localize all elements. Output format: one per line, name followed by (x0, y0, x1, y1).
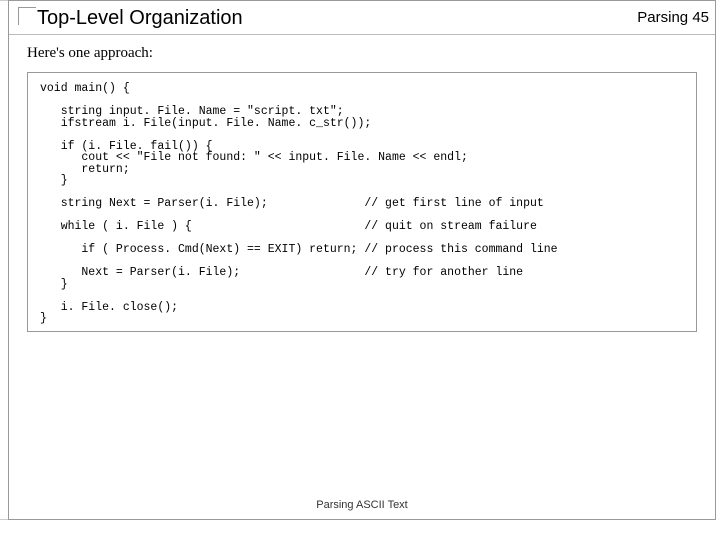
slide-meta: Parsing 45 (637, 9, 709, 26)
left-margin-strip (0, 0, 8, 520)
page-number: 45 (692, 9, 709, 26)
code-block: void main() { string input. File. Name =… (27, 72, 697, 332)
lead-text: Here's one approach: (27, 45, 697, 62)
slide-footer: Parsing ASCII Text (9, 499, 715, 511)
slide-content: Here's one approach: void main() { strin… (9, 35, 715, 332)
slide-body: Top-Level Organization Parsing 45 Here's… (8, 0, 716, 520)
slide-title: Top-Level Organization (37, 7, 243, 29)
section-label: Parsing (637, 9, 688, 26)
slide-header: Top-Level Organization Parsing 45 (9, 1, 715, 35)
